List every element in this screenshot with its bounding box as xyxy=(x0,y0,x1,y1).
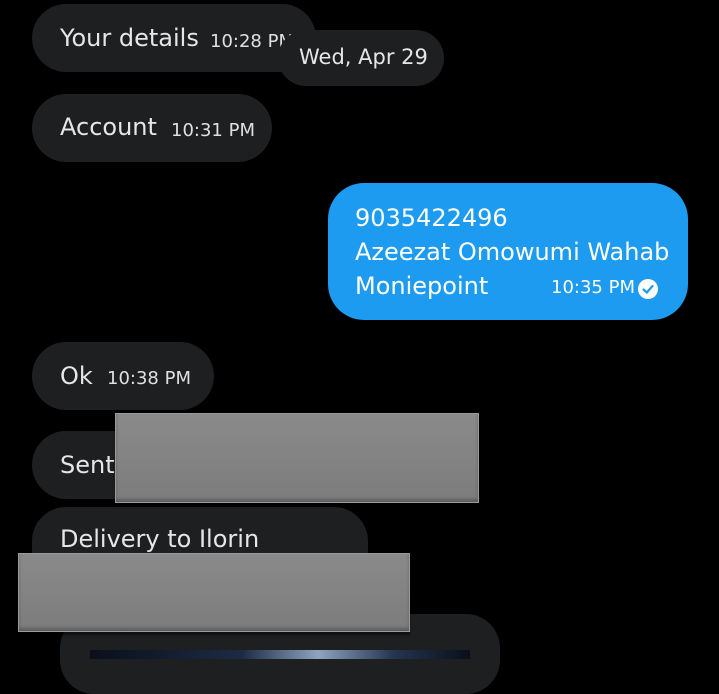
media-thumbnail[interactable] xyxy=(90,650,470,659)
message-bubble-outgoing[interactable]: 9035422496 Azeezat Omowumi Wahab Moniepo… xyxy=(328,183,688,320)
message-text: Your details xyxy=(60,24,199,52)
message-text: Sent xyxy=(60,451,115,479)
message-bubble-account[interactable]: Account 10:31 PM xyxy=(32,94,272,162)
date-separator: Wed, Apr 29 xyxy=(278,30,444,86)
redaction-block xyxy=(18,553,410,632)
message-text: Account xyxy=(60,113,157,141)
message-text: Delivery to Ilorin xyxy=(60,525,260,553)
message-line-account-name: Azeezat Omowumi Wahab xyxy=(355,238,670,266)
message-bubble-ok[interactable]: Ok 10:38 PM xyxy=(32,342,214,410)
message-timestamp: 10:35 PM xyxy=(551,277,635,298)
message-timestamp: 10:38 PM xyxy=(107,368,191,389)
read-check-icon xyxy=(638,279,658,299)
message-bubble-your-details[interactable]: Your details 10:28 PM xyxy=(32,4,316,72)
message-timestamp: 10:31 PM xyxy=(171,120,255,141)
date-separator-label: Wed, Apr 29 xyxy=(299,45,428,69)
redaction-block xyxy=(115,413,479,503)
message-line-bank: Moniepoint xyxy=(355,272,489,300)
message-line-account-number: 9035422496 xyxy=(355,204,508,232)
message-text: Ok xyxy=(60,362,93,390)
